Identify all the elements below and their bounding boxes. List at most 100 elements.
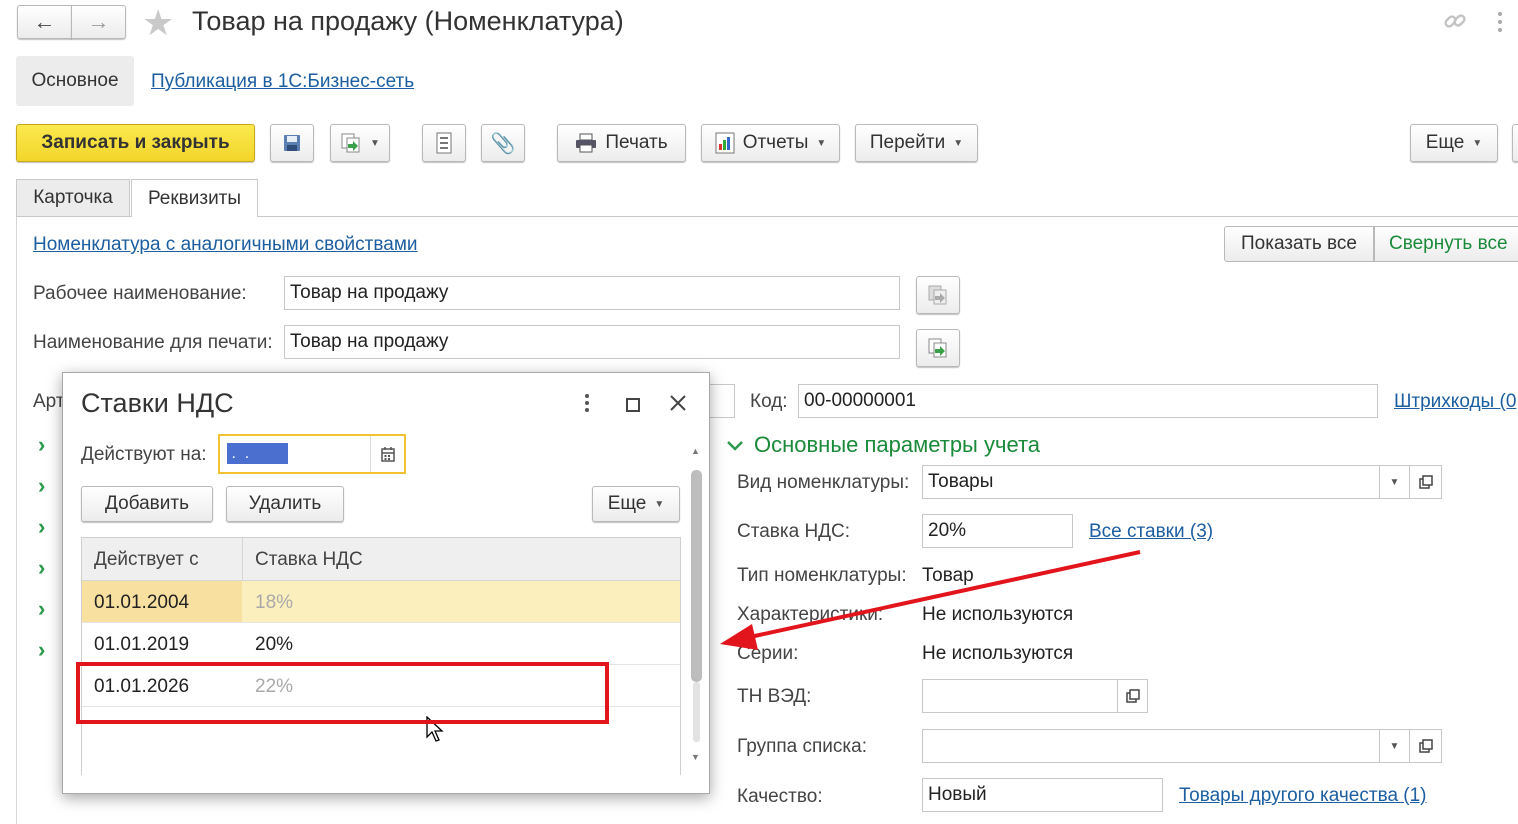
tab-main[interactable]: Основное [16, 56, 134, 106]
code-input[interactable]: 00-00000001 [798, 384, 1378, 418]
section-title[interactable]: Основные параметры учета [754, 432, 1040, 458]
quality-label: Качество: [737, 786, 823, 807]
row-date: 01.01.2019 [94, 634, 190, 655]
calendar-button[interactable] [370, 436, 405, 472]
favorite-star-icon[interactable]: ★ [142, 2, 174, 44]
tab-card[interactable]: Карточка [16, 179, 130, 216]
copy-print-name-button[interactable] [916, 329, 960, 367]
forward-button[interactable]: → [71, 5, 126, 39]
work-name-label: Рабочее наименование: [33, 283, 247, 304]
similar-link[interactable]: Номенклатура с аналогичными свойствами [33, 234, 418, 256]
kind-select[interactable]: Товары [922, 465, 1380, 499]
window-menu-icon[interactable] [1496, 10, 1504, 40]
group-expand-icon[interactable]: › [38, 432, 45, 458]
more-label: Еще [1425, 132, 1465, 153]
report-icon [715, 132, 735, 154]
group-dropdown-button[interactable]: ▼ [1379, 729, 1410, 763]
chevron-down-icon: ▼ [370, 137, 380, 149]
print-name-label: Наименование для печати: [33, 332, 273, 353]
work-name-input[interactable]: Товар на продажу [284, 276, 900, 310]
annotation-arrow [720, 550, 1141, 650]
other-quality-link[interactable]: Товары другого качества (1) [1179, 785, 1427, 807]
scrollbar-track[interactable] [693, 682, 700, 742]
group-expand-icon[interactable]: › [38, 596, 45, 622]
group-expand-icon[interactable]: › [38, 514, 45, 540]
barcodes-link[interactable]: Штрихкоды (0 [1394, 391, 1516, 413]
col-rate-header[interactable]: Ставка НДС [255, 549, 363, 571]
group-expand-icon[interactable]: › [38, 555, 45, 581]
chevron-down-icon: ▼ [953, 137, 964, 149]
code-label: Код: [750, 391, 788, 412]
delete-rate-button[interactable]: Удалить [226, 486, 344, 522]
help-button[interactable] [1512, 124, 1518, 162]
group-expand-icon[interactable]: › [38, 473, 45, 499]
printer-icon [576, 133, 597, 153]
effective-label: Действуют на: [81, 444, 207, 465]
open-window-icon [1125, 689, 1140, 703]
table-row[interactable]: 01.01.2019 20% [82, 623, 680, 665]
print-name-input[interactable]: Товар на продажу [284, 325, 900, 359]
chevron-down-icon: ▼ [1389, 476, 1400, 488]
paperclip-icon: 📎 [490, 132, 516, 155]
save-close-button[interactable]: Записать и закрыть [16, 124, 255, 162]
copy-name-button[interactable] [916, 276, 960, 314]
link-icon[interactable] [1442, 8, 1468, 40]
article-label: Арт [33, 391, 65, 412]
group-expand-icon[interactable]: › [38, 637, 45, 663]
group-open-button[interactable] [1409, 729, 1442, 763]
scroll-down-arrow[interactable]: ▼ [691, 752, 700, 762]
tnved-open-button[interactable] [1117, 679, 1148, 713]
row-rate: 18% [255, 592, 294, 613]
create-based-on-button[interactable]: ▼ [330, 124, 390, 162]
maximize-icon[interactable] [626, 396, 640, 418]
scroll-up-arrow[interactable]: ▲ [691, 446, 700, 456]
open-window-icon [1418, 739, 1433, 753]
section-collapse-icon[interactable] [725, 437, 745, 459]
copy-icon [928, 285, 947, 305]
dialog-title: Ставки НДС [81, 388, 234, 418]
add-rate-label: Добавить [105, 493, 189, 514]
print-label: Печать [605, 132, 668, 153]
kind-dropdown-button[interactable]: ▼ [1379, 465, 1410, 499]
tnved-label: ТН ВЭД: [737, 686, 812, 707]
kind-label: Вид номенклатуры: [737, 472, 910, 493]
reports-button[interactable]: Отчеты ▼ [701, 124, 840, 162]
goto-label: Перейти [869, 132, 946, 153]
save-button[interactable] [270, 124, 314, 162]
dialog-more-label: Еще [607, 493, 647, 514]
group-select[interactable] [922, 729, 1380, 763]
show-all-label: Показать все [1241, 233, 1357, 254]
list-button[interactable] [422, 124, 466, 162]
collapse-all-button[interactable]: Свернуть все [1374, 226, 1518, 262]
show-all-button[interactable]: Показать все [1224, 226, 1374, 262]
add-rate-button[interactable]: Добавить [81, 486, 213, 522]
create-based-icon [341, 133, 360, 153]
save-close-label: Записать и закрыть [41, 132, 230, 153]
col-from-header[interactable]: Действует с [94, 549, 199, 571]
tnved-input[interactable] [922, 679, 1118, 713]
table-header: Действует с Ставка НДС [82, 538, 680, 581]
arrow-left-icon: ← [33, 9, 56, 34]
delete-rate-label: Удалить [248, 493, 322, 514]
dialog-menu-icon[interactable] [583, 392, 591, 420]
content-left-border [16, 217, 17, 824]
list-icon [436, 132, 452, 154]
attach-button[interactable]: 📎 [481, 124, 525, 162]
tab-requisites[interactable]: Реквизиты [131, 179, 258, 217]
goto-button[interactable]: Перейти ▼ [855, 124, 978, 162]
tab-publish-link[interactable]: Публикация в 1С:Бизнес-сеть [151, 71, 414, 93]
print-button[interactable]: Печать [557, 124, 686, 162]
table-row[interactable]: 01.01.2004 18% [82, 581, 680, 623]
kind-open-button[interactable] [1409, 465, 1442, 499]
tab-requisites-label: Реквизиты [147, 187, 242, 209]
header-divider [242, 538, 243, 580]
back-button[interactable]: ← [17, 5, 72, 39]
more-button[interactable]: Еще ▼ [1410, 124, 1498, 162]
quality-input[interactable]: Новый [922, 778, 1163, 812]
dialog-more-button[interactable]: Еще ▼ [592, 486, 680, 522]
close-icon[interactable] [669, 394, 687, 418]
arrow-right-icon: → [87, 9, 110, 34]
date-field[interactable]: . . [218, 434, 406, 474]
tab-card-label: Карточка [33, 187, 113, 208]
date-input[interactable]: . . [227, 443, 288, 464]
